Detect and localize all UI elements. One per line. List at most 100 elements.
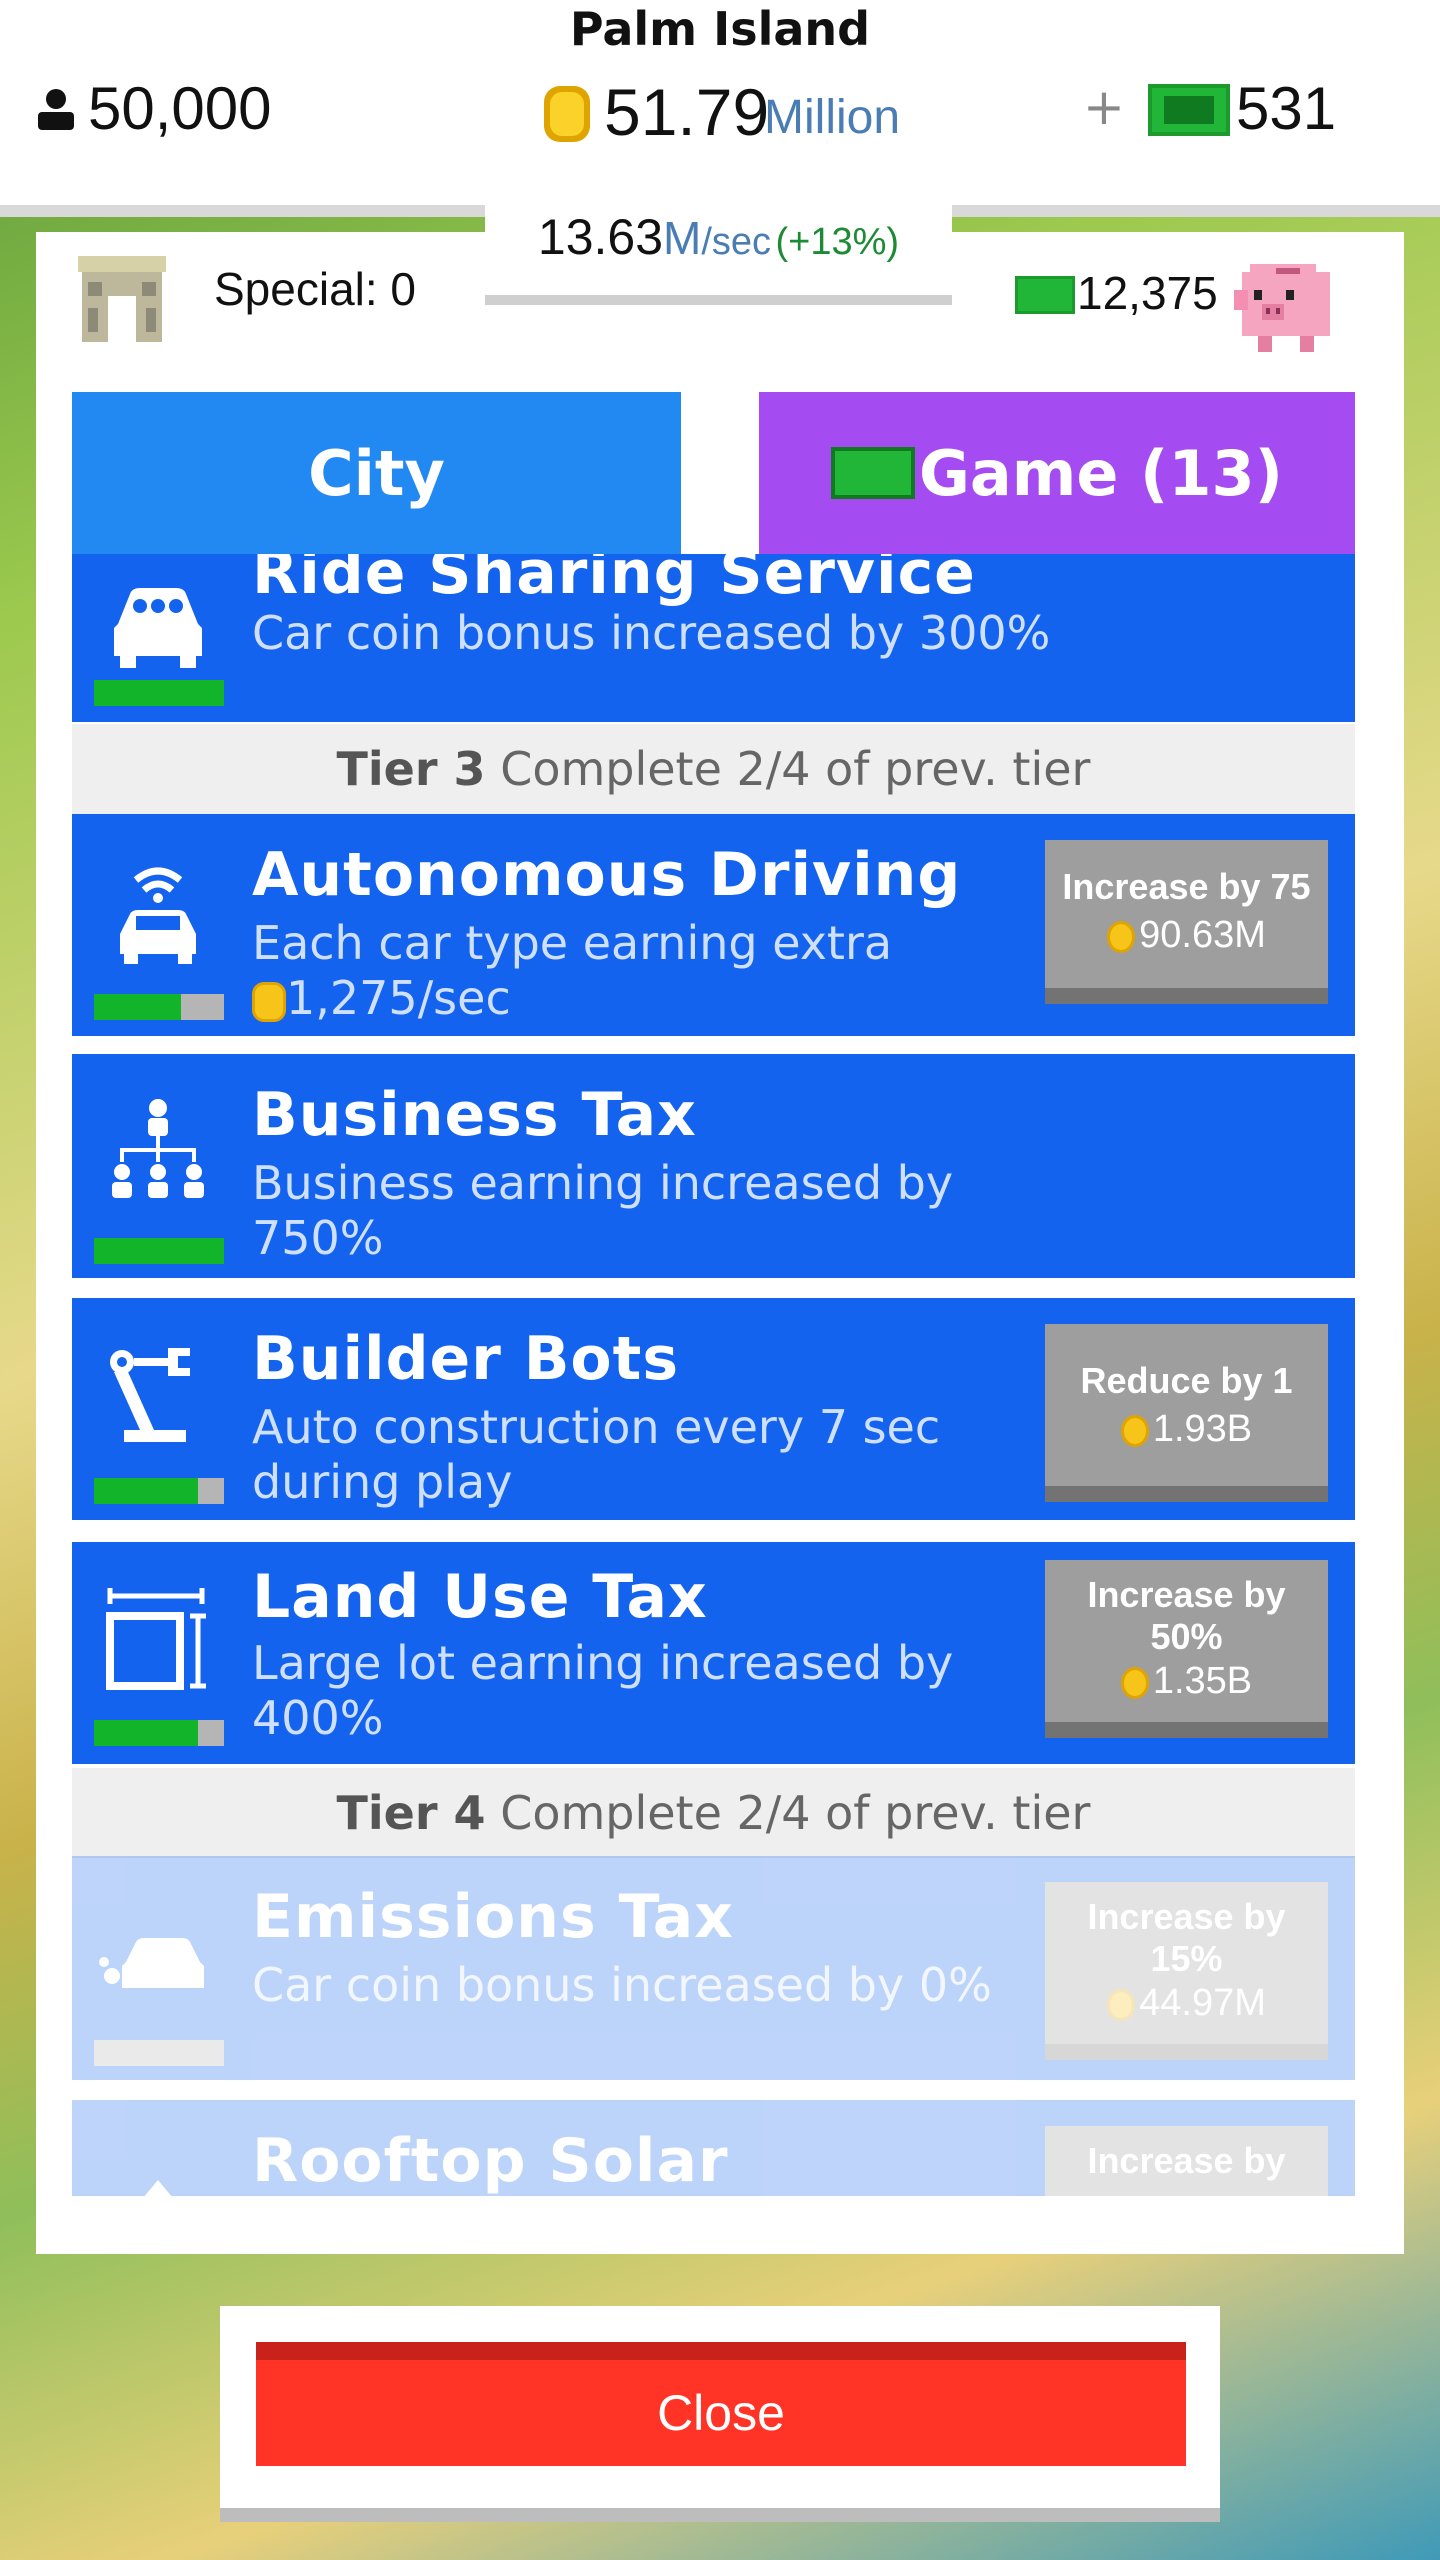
tab-city[interactable]: City bbox=[72, 392, 681, 554]
upgrade-name: Rooftop Solar bbox=[252, 2126, 729, 2196]
upgrade-price: 44.97M bbox=[1045, 1982, 1328, 2025]
arch-icon bbox=[78, 256, 166, 342]
close-label: Close bbox=[657, 2385, 785, 2441]
upgrade-name: Autonomous Driving bbox=[252, 840, 962, 910]
population-value: 50,000 bbox=[88, 75, 272, 142]
autonomous-car-icon bbox=[120, 867, 196, 964]
upgrade-name: Land Use Tax bbox=[252, 1562, 708, 1632]
coin-icon bbox=[544, 86, 590, 142]
price-value: 44.97M bbox=[1139, 1982, 1266, 2024]
progress-bar bbox=[94, 1238, 224, 1264]
upgrade-label: Reduce by 1 bbox=[1080, 1360, 1293, 1401]
upgrade-desc-line: Each car type earning extra bbox=[252, 916, 893, 970]
bill-icon bbox=[1015, 276, 1075, 314]
special-count: Special: 0 bbox=[214, 263, 417, 315]
list-item-rooftop-solar: Rooftop Solar Increase by bbox=[72, 2100, 1355, 2196]
upgrade-desc: Each car type earning extra 1,275/sec bbox=[252, 916, 1072, 1026]
car-exhaust-icon bbox=[99, 1938, 204, 1988]
upgrade-button[interactable]: Increase by 50% 1.35B bbox=[1045, 1560, 1328, 1738]
progress-bar bbox=[94, 1720, 224, 1746]
progress-fill bbox=[94, 1238, 224, 1264]
tier-label: Tier 3 bbox=[336, 742, 486, 796]
rate-value: 13.63 bbox=[537, 209, 664, 265]
list-item-emissions-tax: Emissions Tax Car coin bonus increased b… bbox=[72, 1856, 1355, 2080]
upgrade-price: 1.35B bbox=[1045, 1660, 1328, 1703]
upgrade-desc: Car coin bonus increased by 0% bbox=[252, 1958, 992, 2012]
upgrade-desc-line: during play bbox=[252, 1455, 513, 1509]
rate-bonus: (+13%) bbox=[775, 221, 900, 263]
upgrade-price: 90.63M bbox=[1045, 914, 1328, 957]
robot-arm-icon bbox=[110, 1348, 190, 1442]
progress-bar bbox=[94, 994, 224, 1020]
tab-city-label: City bbox=[308, 436, 445, 510]
progress-fill bbox=[94, 1720, 198, 1746]
upgrade-list[interactable]: Ride Sharing Service Car coin bonus incr… bbox=[72, 554, 1355, 2196]
earning-value: 1,275/sec bbox=[286, 971, 511, 1025]
coin-icon bbox=[1120, 1666, 1149, 1699]
upgrade-desc-line: 750% bbox=[252, 1211, 384, 1265]
bill-icon bbox=[1148, 84, 1230, 136]
rate-unit: M bbox=[663, 212, 702, 264]
tab-game-label: Game (13) bbox=[919, 436, 1283, 510]
bank-value: 12,375 bbox=[1077, 267, 1218, 319]
upgrade-desc-line: Business earning increased by bbox=[252, 1156, 954, 1210]
cash-unit: Million bbox=[764, 91, 901, 144]
upgrade-name: Ride Sharing Service bbox=[252, 554, 976, 608]
coin-icon bbox=[1107, 920, 1136, 953]
tier-4-header: Tier 4 Complete 2/4 of prev. tier bbox=[72, 1768, 1355, 1858]
coin-icon bbox=[252, 981, 286, 1022]
upgrade-price: 1.93B bbox=[1045, 1408, 1328, 1451]
upgrade-desc: Large lot earning increased by 400% bbox=[252, 1636, 954, 1745]
price-value: 1.35B bbox=[1152, 1660, 1253, 1702]
tier-label: Tier 4 bbox=[336, 1786, 486, 1840]
upgrade-name: Builder Bots bbox=[252, 1324, 680, 1394]
upgrade-label: Increase by bbox=[1087, 1896, 1286, 1937]
upgrade-button[interactable]: Increase by 75 90.63M bbox=[1045, 840, 1328, 1004]
add-gems-button[interactable]: + bbox=[1083, 78, 1125, 136]
upgrade-desc-line: Auto construction every 7 sec bbox=[252, 1400, 941, 1454]
upgrade-desc: Business earning increased by 750% bbox=[252, 1156, 1072, 1266]
land-area-icon bbox=[106, 1588, 206, 1690]
coin-icon bbox=[1107, 1988, 1136, 2021]
tab-game[interactable]: Game (13) bbox=[759, 392, 1355, 554]
org-chart-icon bbox=[112, 1099, 204, 1198]
upgrade-name: Emissions Tax bbox=[252, 1882, 734, 1952]
upgrade-button: Increase by 15% 44.97M bbox=[1045, 1882, 1328, 2060]
tier-requirement: Complete 2/4 of prev. tier bbox=[500, 742, 1091, 796]
upgrade-label: 15% bbox=[1150, 1938, 1223, 1979]
progress-bar bbox=[94, 1478, 224, 1504]
price-value: 90.63M bbox=[1139, 914, 1266, 956]
upgrade-desc: Auto construction every 7 sec during pla… bbox=[252, 1400, 1072, 1510]
list-item-business-tax[interactable]: Business Tax Business earning increased … bbox=[72, 1054, 1355, 1278]
tier-3-header: Tier 3 Complete 2/4 of prev. tier bbox=[72, 724, 1355, 814]
island-name: Palm Island bbox=[569, 2, 871, 56]
upgrade-button: Increase by bbox=[1045, 2126, 1328, 2196]
solar-roof-icon bbox=[144, 2180, 172, 2196]
progress-fill bbox=[94, 1478, 198, 1504]
person-icon bbox=[38, 89, 74, 130]
list-item-land-use-tax[interactable]: Land Use Tax Large lot earning increased… bbox=[72, 1542, 1355, 1764]
upgrade-label: Increase by bbox=[1087, 1574, 1286, 1615]
upgrade-button[interactable]: Reduce by 1 1.93B bbox=[1045, 1324, 1328, 1502]
upgrade-desc-line: 1,275/sec bbox=[252, 971, 1072, 1026]
progress-bar bbox=[94, 680, 224, 706]
bills-value: 531 bbox=[1236, 75, 1337, 142]
car-icon bbox=[114, 588, 202, 668]
piggy-bank-icon[interactable] bbox=[1228, 244, 1344, 356]
list-item-builder-bots[interactable]: Builder Bots Auto construction every 7 s… bbox=[72, 1298, 1355, 1520]
list-item-ride-sharing[interactable]: Ride Sharing Service Car coin bonus incr… bbox=[72, 554, 1355, 722]
upgrade-name: Business Tax bbox=[252, 1080, 697, 1150]
upgrade-label: Increase by bbox=[1087, 2140, 1286, 2181]
income-rate: 13.63M/sec (+13%) bbox=[485, 208, 952, 266]
cash-value: 51.79 bbox=[604, 75, 770, 149]
bill-icon bbox=[831, 447, 916, 499]
upgrade-label: Increase by 75 bbox=[1062, 866, 1311, 907]
progress-bar bbox=[94, 2040, 224, 2066]
coin-icon bbox=[1120, 1414, 1149, 1447]
progress-fill bbox=[94, 680, 224, 706]
list-item-autonomous-driving[interactable]: Autonomous Driving Each car type earning… bbox=[72, 814, 1355, 1036]
upgrade-label: 50% bbox=[1150, 1616, 1223, 1657]
close-button[interactable]: Close bbox=[256, 2342, 1186, 2466]
rate-per-sec: /sec bbox=[701, 221, 772, 263]
progress-fill bbox=[94, 994, 182, 1020]
